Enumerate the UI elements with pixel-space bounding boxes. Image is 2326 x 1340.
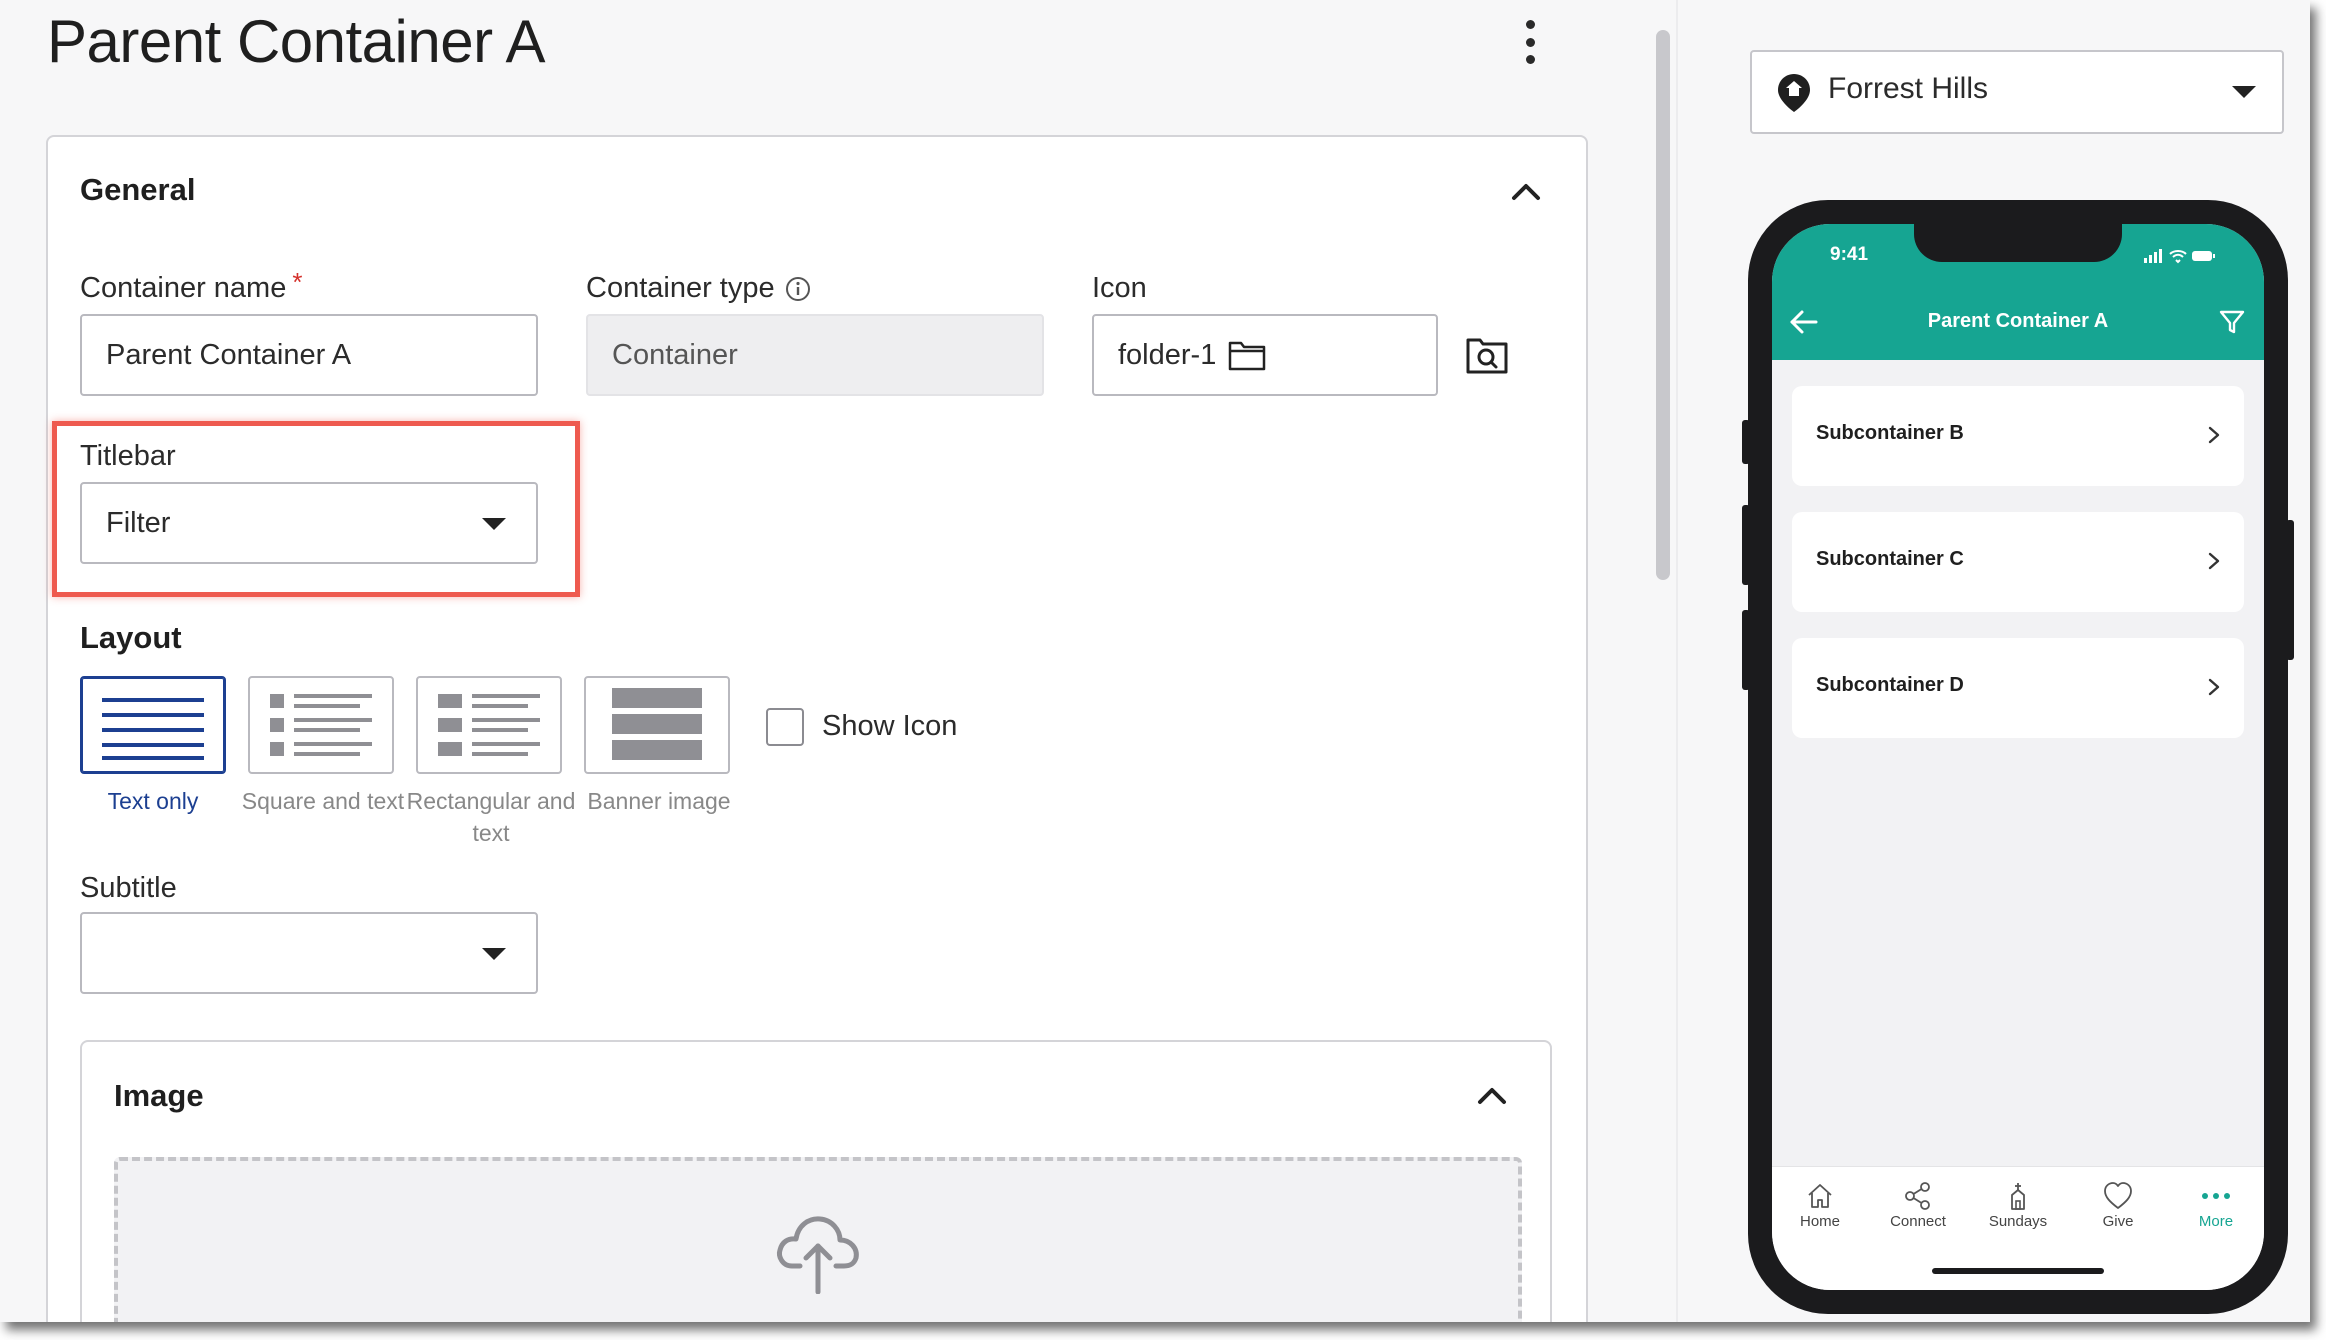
list-item-label: Subcontainer C xyxy=(1816,548,1964,570)
tab-sundays[interactable]: Sundays xyxy=(1978,1179,2058,1230)
titlebar-select[interactable]: Filter xyxy=(80,482,538,564)
image-upload-dropzone[interactable] xyxy=(114,1157,1522,1322)
chevron-up-icon[interactable] xyxy=(1472,1076,1512,1116)
layout-option-banner-image[interactable] xyxy=(584,676,730,774)
container-name-label-text: Container name xyxy=(80,272,287,304)
container-name-label: Container name * xyxy=(80,267,302,305)
container-type-field: Container xyxy=(586,314,1044,396)
container-name-value: Parent Container A xyxy=(106,338,352,371)
home-icon xyxy=(1808,1184,1832,1208)
caret-down-icon xyxy=(482,518,506,530)
filter-icon[interactable] xyxy=(2218,308,2246,336)
more-horizontal-icon xyxy=(2202,1193,2230,1199)
square-and-text-layout-icon xyxy=(270,694,372,756)
phone-status-icons xyxy=(2144,249,2215,264)
layout-option-text-only[interactable] xyxy=(80,676,226,774)
layout-caption-square-and-text: Square and text xyxy=(241,788,405,814)
layout-option-rectangular-and-text[interactable] xyxy=(416,676,562,774)
chevron-right-icon xyxy=(2208,426,2220,444)
show-icon-checkbox[interactable] xyxy=(766,708,804,746)
subtitle-label: Subtitle xyxy=(80,872,177,904)
cloud-upload-icon xyxy=(777,1216,859,1294)
phone-screen: 9:41 Parent Container A Subcontainer B S… xyxy=(1772,224,2264,1290)
titlebar-label: Titlebar xyxy=(80,440,176,472)
tab-give-label: Give xyxy=(2102,1213,2134,1230)
tab-connect-label: Connect xyxy=(1890,1213,1946,1230)
list-item-label: Subcontainer D xyxy=(1816,674,1964,696)
tab-more[interactable]: More xyxy=(2176,1179,2256,1230)
app-window: Parent Container A General Container nam… xyxy=(0,0,2310,1322)
container-type-value: Container xyxy=(612,338,738,371)
caret-down-icon xyxy=(2232,86,2256,98)
subtitle-select[interactable] xyxy=(80,912,538,994)
tab-home[interactable]: Home xyxy=(1780,1179,1860,1230)
phone-time: 9:41 xyxy=(1830,244,1869,265)
folder-icon xyxy=(1229,341,1266,371)
phone-title: Parent Container A xyxy=(1927,310,2109,332)
container-type-label: Container type xyxy=(586,272,811,305)
image-section-title: Image xyxy=(114,1078,204,1113)
layout-caption-rectangular-and-text: Rectangular and text xyxy=(406,788,576,846)
icon-field[interactable]: folder-1 xyxy=(1092,314,1438,396)
required-asterisk: * xyxy=(292,267,303,297)
layout-caption-text-only: Text only xyxy=(107,788,199,814)
list-item[interactable]: Subcontainer D xyxy=(1792,638,2244,738)
show-icon-label: Show Icon xyxy=(822,710,958,742)
chevron-up-icon[interactable] xyxy=(1506,172,1546,212)
tab-more-label: More xyxy=(2198,1213,2234,1230)
icon-value: folder-1 xyxy=(1118,338,1217,371)
phone-notch xyxy=(1914,224,2122,262)
chevron-right-icon xyxy=(2208,678,2220,696)
more-options-button[interactable] xyxy=(1515,20,1545,64)
tab-give[interactable]: Give xyxy=(2078,1179,2158,1230)
general-section-title: General xyxy=(80,172,196,207)
more-vertical-icon-dot xyxy=(1525,55,1535,64)
info-icon[interactable] xyxy=(785,276,811,302)
location-pin-icon xyxy=(1778,74,1810,112)
titlebar-value: Filter xyxy=(106,506,171,539)
list-item[interactable]: Subcontainer B xyxy=(1792,386,2244,486)
home-indicator xyxy=(1932,1268,2104,1274)
location-select[interactable]: Forrest Hills xyxy=(1750,50,2284,134)
tab-sundays-label: Sundays xyxy=(1988,1213,2048,1230)
layout-label: Layout xyxy=(80,620,182,655)
text-only-layout-icon xyxy=(102,698,204,760)
layout-caption-banner-image: Banner image xyxy=(587,788,731,814)
scrollbar-thumb[interactable] xyxy=(1656,30,1670,580)
rectangular-and-text-layout-icon xyxy=(438,694,540,756)
list-item[interactable]: Subcontainer C xyxy=(1792,512,2244,612)
share-icon xyxy=(1905,1182,1930,1210)
heart-icon xyxy=(2104,1182,2132,1209)
page-title: Parent Container A xyxy=(47,8,545,75)
banner-image-layout-icon xyxy=(612,688,702,760)
church-icon xyxy=(2011,1183,2025,1210)
container-type-label-text: Container type xyxy=(586,272,775,304)
more-vertical-icon-dot xyxy=(1525,37,1535,47)
more-vertical-icon xyxy=(1525,20,1535,29)
tab-connect[interactable]: Connect xyxy=(1878,1179,1958,1230)
icon-label: Icon xyxy=(1092,272,1147,304)
layout-option-square-and-text[interactable] xyxy=(248,676,394,774)
tab-home-label: Home xyxy=(1799,1213,1840,1230)
container-name-input[interactable]: Parent Container A xyxy=(80,314,538,396)
browse-icon-button[interactable] xyxy=(1466,336,1508,374)
chevron-right-icon xyxy=(2208,552,2220,570)
caret-down-icon xyxy=(482,948,506,960)
location-value: Forrest Hills xyxy=(1828,72,1989,105)
list-item-label: Subcontainer B xyxy=(1816,422,1964,444)
